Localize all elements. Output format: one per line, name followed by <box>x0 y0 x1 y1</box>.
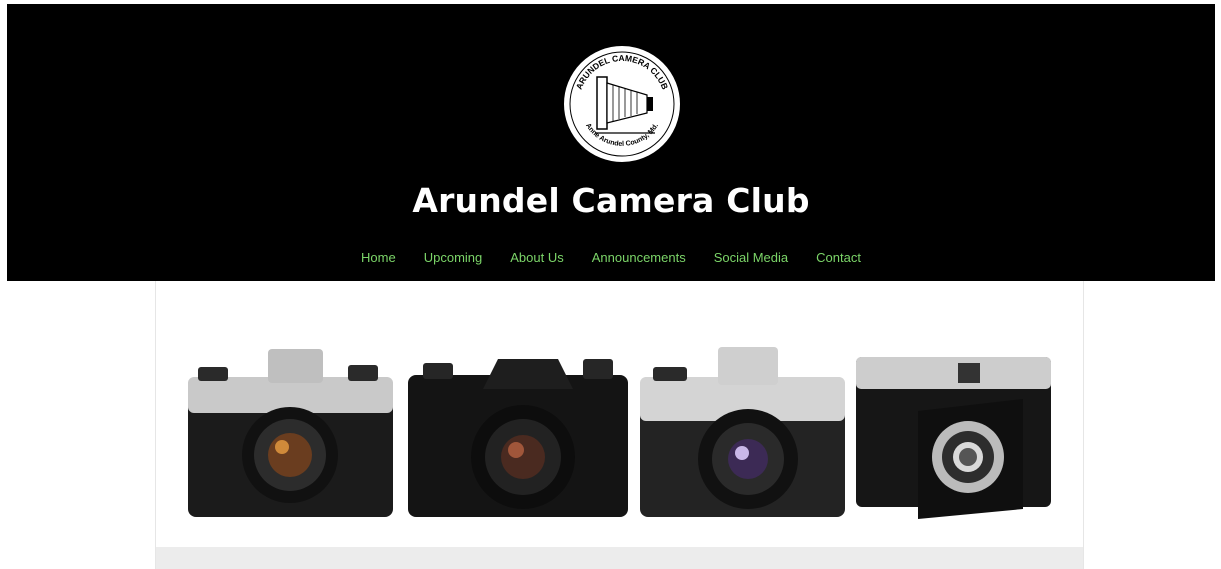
camera-1 <box>188 349 393 517</box>
site-header: ARUNDEL CAMERA CLUB Anne Arundel County,… <box>7 4 1215 281</box>
nav-about-us[interactable]: About Us <box>510 250 563 265</box>
nav-home[interactable]: Home <box>361 250 396 265</box>
club-logo[interactable]: ARUNDEL CAMERA CLUB Anne Arundel County,… <box>561 43 683 165</box>
camera-2 <box>408 359 628 517</box>
site-title[interactable]: Arundel Camera Club <box>7 181 1215 220</box>
camera-3 <box>640 347 845 517</box>
nav-contact[interactable]: Contact <box>816 250 861 265</box>
camera-4 <box>856 357 1051 519</box>
content-bottom-strip <box>156 547 1083 569</box>
nav-upcoming[interactable]: Upcoming <box>424 250 483 265</box>
nav-announcements[interactable]: Announcements <box>592 250 686 265</box>
nav-social-media[interactable]: Social Media <box>714 250 788 265</box>
main-nav: Home Upcoming About Us Announcements Soc… <box>7 250 1215 265</box>
content-area <box>155 281 1084 569</box>
cameras-banner-image <box>188 347 1051 519</box>
